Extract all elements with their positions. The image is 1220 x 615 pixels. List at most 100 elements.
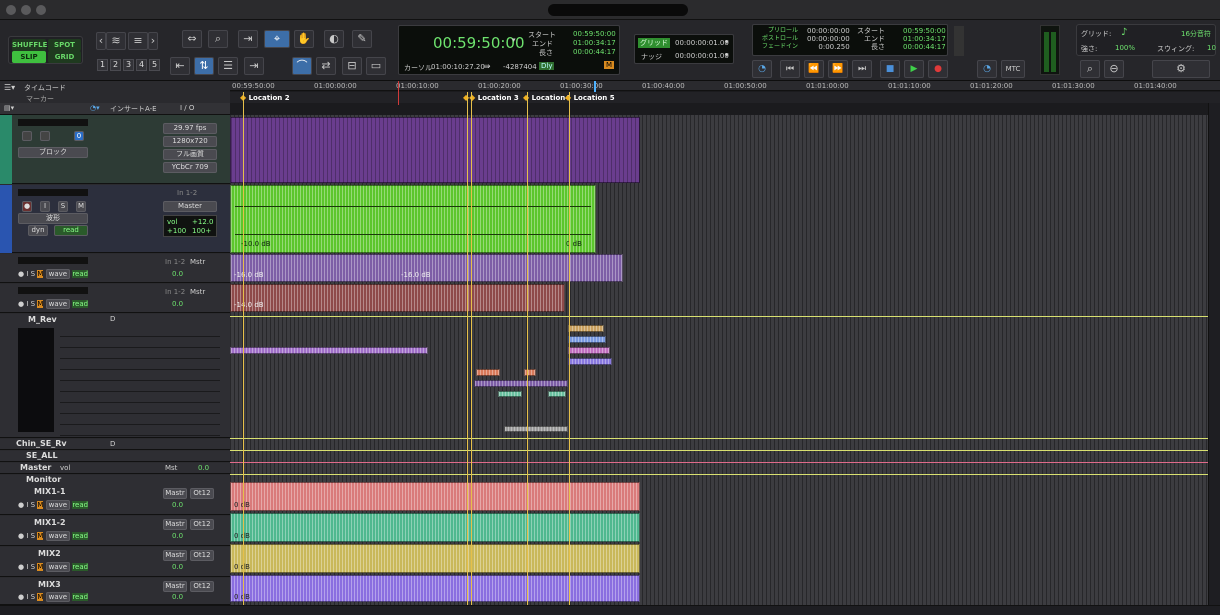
marker-location-5[interactable]: ◆ Location 5 bbox=[565, 93, 615, 102]
fast-forward-icon[interactable]: ⏩ bbox=[828, 60, 848, 78]
insertion-follows-icon[interactable]: ⇥ bbox=[244, 57, 264, 75]
trim-tool-icon[interactable]: ⇥ bbox=[238, 30, 258, 48]
scrubber-icon[interactable]: ◐ bbox=[324, 30, 344, 48]
ruler-menu-icon[interactable]: ☰▾ bbox=[4, 83, 15, 92]
mix-output-1[interactable]: Mastr bbox=[163, 550, 187, 561]
track-view-select[interactable]: wave bbox=[45, 269, 71, 279]
sort-icon[interactable]: ◔▾ bbox=[90, 104, 100, 112]
zoom-out-icon[interactable]: ‹ bbox=[96, 32, 106, 50]
master-track-name[interactable]: Master bbox=[20, 463, 51, 472]
sub-clip[interactable] bbox=[504, 426, 568, 432]
video-resolution[interactable]: 1280x720 bbox=[163, 136, 217, 147]
mix-volume[interactable]: 0.0 bbox=[172, 563, 183, 571]
mix-output-1[interactable]: Mastr bbox=[163, 519, 187, 530]
midi-merge-button[interactable]: M bbox=[604, 61, 614, 69]
input-monitor-button[interactable]: I bbox=[26, 300, 28, 308]
strength-value[interactable]: 100% bbox=[1115, 44, 1135, 52]
audio-clip-track2[interactable]: -16.0 dB -16.0 dB bbox=[230, 254, 623, 282]
sub-clip[interactable] bbox=[524, 369, 536, 376]
grid-mode-button[interactable]: GRID bbox=[48, 51, 81, 63]
transport-end-value[interactable]: 01:00:34:17 bbox=[903, 35, 946, 43]
track3-output[interactable]: Mstr bbox=[190, 288, 205, 296]
clip-gain-b[interactable]: -16.0 dB bbox=[401, 271, 431, 279]
automation-line[interactable] bbox=[230, 316, 1208, 317]
mix-clip-3[interactable]: 0 dB bbox=[230, 575, 640, 602]
edit-window-timeline[interactable]: -10.0 dB 0 dB -16.0 dB -16.0 dB -14.0 dB… bbox=[230, 115, 1208, 605]
zoom-toggle-icon[interactable]: ⌕ bbox=[1080, 60, 1100, 78]
mix-clip-1-2[interactable]: 0 dB bbox=[230, 513, 640, 542]
group-enable-icon[interactable]: ▭ bbox=[366, 57, 386, 75]
transport-start-value[interactable]: 00:59:50:00 bbox=[903, 27, 946, 35]
mtc-button[interactable]: MTC bbox=[1001, 60, 1025, 78]
rewind-icon[interactable]: ⏪ bbox=[804, 60, 824, 78]
folder-name[interactable]: M_Rev bbox=[28, 315, 57, 324]
mix-volume[interactable]: 0.0 bbox=[172, 532, 183, 540]
counter-length-value[interactable]: 00:00:44:17 bbox=[573, 48, 616, 56]
counter-start-value[interactable]: 00:59:50:00 bbox=[573, 30, 616, 38]
stop-icon[interactable]: ■ bbox=[880, 60, 900, 78]
preroll-value[interactable]: 00:00:00:00 bbox=[807, 27, 850, 35]
postroll-label[interactable]: ポストロール bbox=[756, 35, 798, 43]
mix-clip-gain[interactable]: 0 dB bbox=[234, 501, 250, 509]
mix-output-2[interactable]: Ot12 bbox=[190, 519, 214, 530]
automation-mode-select[interactable]: read bbox=[54, 225, 88, 236]
automation-follows-icon[interactable]: ⌒ bbox=[292, 57, 312, 75]
clip-gain-left[interactable]: -10.0 dB bbox=[241, 240, 271, 248]
solo-button[interactable]: S bbox=[31, 300, 35, 308]
input-monitor-button[interactable]: I bbox=[26, 501, 28, 509]
zoom-preset-1[interactable]: 1 bbox=[97, 59, 108, 71]
video-record-button[interactable] bbox=[40, 131, 50, 141]
track-view-select[interactable]: wave bbox=[45, 592, 71, 602]
aux-track-name[interactable]: SE_ALL bbox=[26, 451, 58, 460]
audio-clip-main[interactable]: -10.0 dB 0 dB bbox=[230, 185, 596, 253]
video-online-button[interactable] bbox=[22, 131, 32, 141]
automation-mode-select[interactable]: read bbox=[72, 563, 89, 571]
marker-location-4[interactable]: ◆ Location4 bbox=[523, 93, 570, 102]
mute-button[interactable]: M bbox=[76, 201, 86, 212]
marker-ruler[interactable] bbox=[230, 92, 1220, 103]
fadein-label[interactable]: フェードイン bbox=[756, 43, 798, 51]
mix-track-name[interactable]: MIX1-1 bbox=[34, 487, 66, 496]
track-view-select[interactable]: wave bbox=[45, 500, 71, 510]
audio-track-1-name[interactable] bbox=[18, 189, 88, 196]
midi-zoom-icon[interactable]: ≡ bbox=[128, 32, 148, 50]
aux-track-name[interactable]: Chin_SE_Rv bbox=[16, 439, 67, 448]
zoom-preset-3[interactable]: 3 bbox=[123, 59, 134, 71]
video-zero-button[interactable]: 0 bbox=[74, 131, 84, 141]
mix-output-2[interactable]: Ot12 bbox=[190, 488, 214, 499]
clip-gain-a[interactable]: -16.0 dB bbox=[234, 271, 264, 279]
video-fps[interactable]: 29.97 fps bbox=[163, 123, 217, 134]
pan-right-value[interactable]: 100+ bbox=[192, 227, 211, 235]
dly-indicator[interactable]: Dly bbox=[539, 62, 555, 70]
dyn-button[interactable]: dyn bbox=[28, 225, 48, 236]
track-view-select[interactable]: wave bbox=[45, 531, 71, 541]
input-monitor-button[interactable]: I bbox=[40, 201, 50, 212]
nudge-menu-icon[interactable]: ▾ bbox=[725, 51, 729, 59]
audio-zoom-icon[interactable]: ≋ bbox=[106, 32, 126, 50]
settings-gear-icon[interactable]: ⚙ bbox=[1152, 60, 1210, 78]
sub-clip[interactable] bbox=[568, 358, 612, 365]
zoom-preset-5[interactable]: 5 bbox=[149, 59, 160, 71]
horizontal-scrollbar[interactable] bbox=[0, 605, 1220, 615]
mix-clip-gain[interactable]: 0 dB bbox=[234, 532, 250, 540]
mix-output-1[interactable]: Mastr bbox=[163, 581, 187, 592]
video-view-select[interactable]: ブロック bbox=[18, 147, 88, 158]
counter-end-value[interactable]: 01:00:34:17 bbox=[573, 39, 616, 47]
mix-output-2[interactable]: Ot12 bbox=[190, 550, 214, 561]
midi-grid-value[interactable]: 16分音符 bbox=[1181, 29, 1211, 39]
monitor-track-name[interactable]: Monitor bbox=[26, 475, 61, 484]
input-monitor-button[interactable]: I bbox=[26, 532, 28, 540]
sub-clip[interactable] bbox=[548, 391, 566, 397]
zoomer-tool-icon[interactable]: ⇔ bbox=[182, 30, 202, 48]
mix-clip-gain[interactable]: 0 dB bbox=[234, 563, 250, 571]
solo-button[interactable]: S bbox=[31, 532, 35, 540]
close-window-button[interactable] bbox=[6, 5, 16, 15]
shuffle-mode-button[interactable]: SHUFFLE bbox=[12, 39, 47, 51]
mix-output-1[interactable]: Mastr bbox=[163, 488, 187, 499]
minimize-window-button[interactable] bbox=[21, 5, 31, 15]
mix-clip-gain[interactable]: 0 dB bbox=[234, 593, 250, 601]
solo-button[interactable]: S bbox=[31, 270, 35, 278]
mix-clip-1-1[interactable]: 0 dB bbox=[230, 482, 640, 511]
mix-track-name[interactable]: MIX3 bbox=[38, 580, 61, 589]
zoom-reset-icon[interactable]: ⊖ bbox=[1104, 60, 1124, 78]
